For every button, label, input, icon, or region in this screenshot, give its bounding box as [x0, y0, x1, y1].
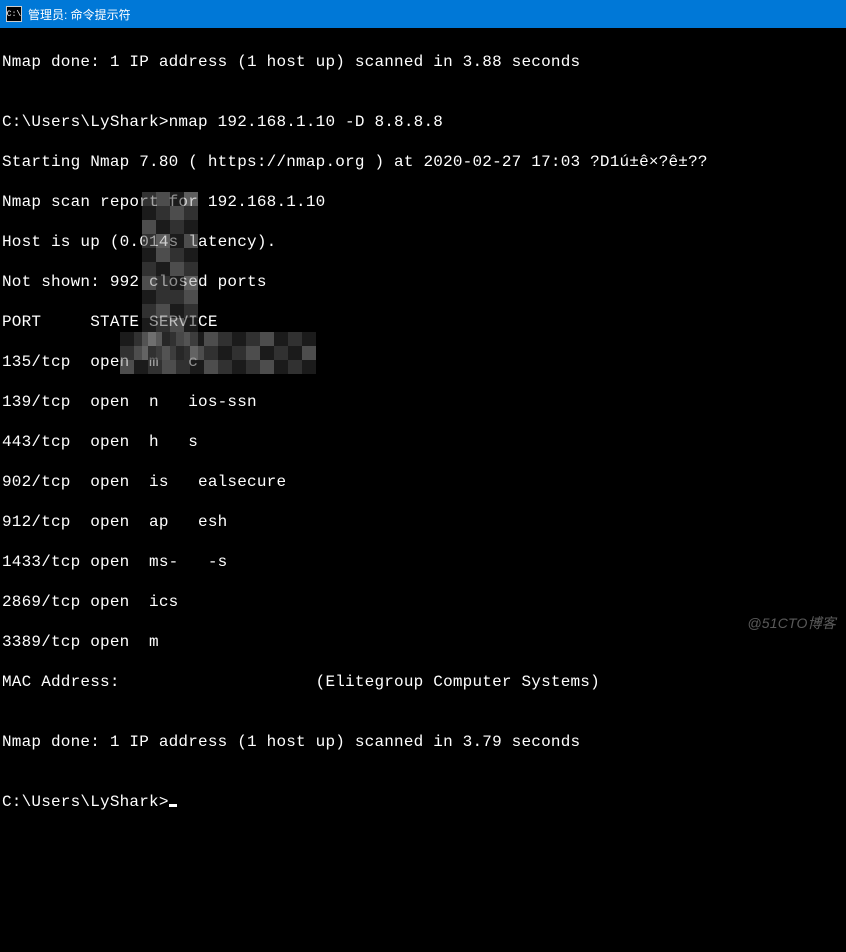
cmd-icon: C:\ — [6, 6, 22, 22]
table-row: 443/tcp open h s — [2, 432, 844, 452]
output-line: Not shown: 992 closed ports — [2, 272, 844, 292]
table-row: 912/tcp open ap esh — [2, 512, 844, 532]
cursor — [169, 804, 177, 807]
table-row: 2869/tcp open ics — [2, 592, 844, 612]
output-line: Nmap done: 1 IP address (1 host up) scan… — [2, 52, 844, 72]
terminal-body[interactable]: Nmap done: 1 IP address (1 host up) scan… — [0, 28, 846, 639]
table-row: 902/tcp open is ealsecure — [2, 472, 844, 492]
output-line: MAC Address: (Elitegroup Computer System… — [2, 672, 844, 692]
prompt-line: C:\Users\LyShark> — [2, 792, 844, 812]
table-row: 3389/tcp open m — [2, 632, 844, 652]
window-title: 管理员: 命令提示符 — [28, 6, 131, 23]
watermark: @51CTO博客 — [747, 613, 836, 633]
prompt-text: C:\Users\LyShark> — [2, 793, 169, 811]
output-line: Host is up (0.014s latency). — [2, 232, 844, 252]
redaction-overlay — [120, 332, 316, 374]
table-row: 139/tcp open n ios-ssn — [2, 392, 844, 412]
prompt-line: C:\Users\LyShark>nmap 192.168.1.10 -D 8.… — [2, 112, 844, 132]
titlebar[interactable]: C:\ 管理员: 命令提示符 — [0, 0, 846, 28]
table-row: 1433/tcp open ms- -s — [2, 552, 844, 572]
output-line: Nmap scan report for 192.168.1.10 — [2, 192, 844, 212]
redaction-overlay — [142, 192, 198, 352]
table-header: PORT STATE SERVICE — [2, 312, 844, 332]
output-line: Starting Nmap 7.80 ( https://nmap.org ) … — [2, 152, 844, 172]
output-line: Nmap done: 1 IP address (1 host up) scan… — [2, 732, 844, 752]
